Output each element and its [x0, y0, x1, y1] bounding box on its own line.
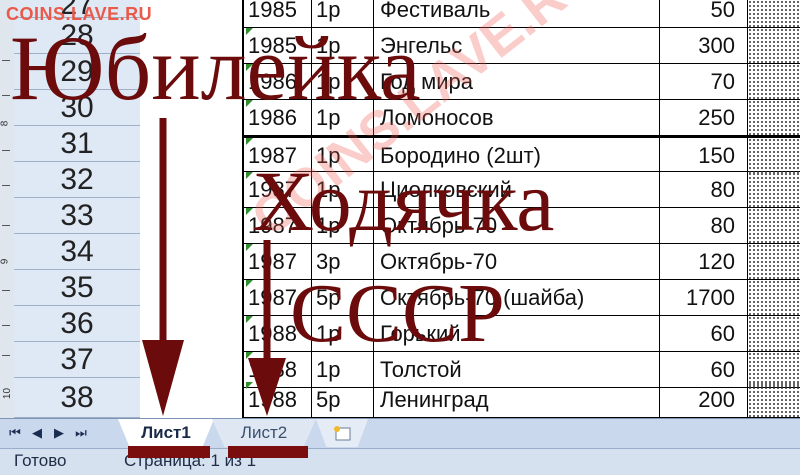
table-row: 1988 5р Ленинград 200	[242, 382, 800, 418]
cell-dotted[interactable]	[748, 244, 800, 280]
arrow-down-icon	[142, 118, 184, 416]
prev-sheet-button[interactable]: ◀	[28, 423, 46, 443]
cell-dotted[interactable]	[748, 208, 800, 244]
cell-name[interactable]: Ленинград	[374, 382, 660, 418]
first-sheet-button[interactable]: ⏮	[6, 423, 24, 443]
next-sheet-button[interactable]: ▶	[50, 423, 68, 443]
cell-dotted[interactable]	[748, 28, 800, 64]
error-indicator-icon	[246, 138, 253, 145]
cell-dotted[interactable]	[748, 64, 800, 100]
cell-dotted[interactable]	[748, 316, 800, 352]
annotation-yubileika: Юбилейка	[10, 17, 421, 119]
row-header-36[interactable]: 36	[14, 306, 140, 342]
annotation-sssr: СССР	[290, 267, 505, 360]
cell-dotted[interactable]	[748, 382, 800, 418]
cell-dotted[interactable]	[748, 100, 800, 136]
row-header-38[interactable]: 38	[14, 378, 140, 418]
tab-sheet1[interactable]: Лист1	[118, 419, 214, 447]
ruler-mark-9: 9	[0, 258, 11, 265]
cell-quantity[interactable]: 70	[660, 64, 748, 100]
row-header-31[interactable]: 31	[14, 126, 140, 162]
ruler-mark-10: 10	[2, 387, 14, 400]
cell-dotted[interactable]	[748, 172, 800, 208]
row-header-37[interactable]: 37	[14, 342, 140, 378]
cell-quantity[interactable]: 60	[660, 316, 748, 352]
cell-denomination[interactable]: 5р	[312, 382, 374, 418]
cell-quantity[interactable]: 200	[660, 382, 748, 418]
cell-quantity[interactable]: 50	[660, 0, 748, 28]
status-bar: Готово Страница: 1 из 1	[0, 448, 800, 475]
row-header-33[interactable]: 33	[14, 198, 140, 234]
cell-quantity[interactable]: 1700	[660, 280, 748, 316]
cell-quantity[interactable]: 250	[660, 100, 748, 136]
row-header-34[interactable]: 34	[14, 234, 140, 270]
annotation-underline	[128, 446, 210, 458]
cell-quantity[interactable]: 150	[660, 138, 748, 174]
cell-dotted[interactable]	[748, 138, 800, 174]
row-header-32[interactable]: 32	[14, 162, 140, 198]
cell-dotted[interactable]	[748, 280, 800, 316]
tab-sheet2[interactable]: Лист2	[212, 419, 316, 447]
ruler-mark-8: 8	[0, 120, 11, 127]
cell-quantity[interactable]: 120	[660, 244, 748, 280]
annotation-underline	[228, 446, 308, 458]
insert-sheet-icon	[334, 426, 351, 441]
row-header-35[interactable]: 35	[14, 270, 140, 306]
cell-quantity[interactable]: 80	[660, 172, 748, 208]
status-ready: Готово	[14, 451, 67, 470]
cell-quantity[interactable]: 300	[660, 28, 748, 64]
annotation-khodyachka: Ходячка	[252, 153, 555, 249]
insert-sheet-button[interactable]	[316, 419, 368, 447]
cell-quantity[interactable]: 80	[660, 208, 748, 244]
arrow-down-icon	[248, 240, 286, 416]
last-sheet-button[interactable]: ⏭	[72, 423, 90, 443]
sheet-tab-bar: ⏮ ◀ ▶ ⏭ Лист1 Лист2	[0, 418, 800, 449]
cell-dotted[interactable]	[748, 0, 800, 28]
